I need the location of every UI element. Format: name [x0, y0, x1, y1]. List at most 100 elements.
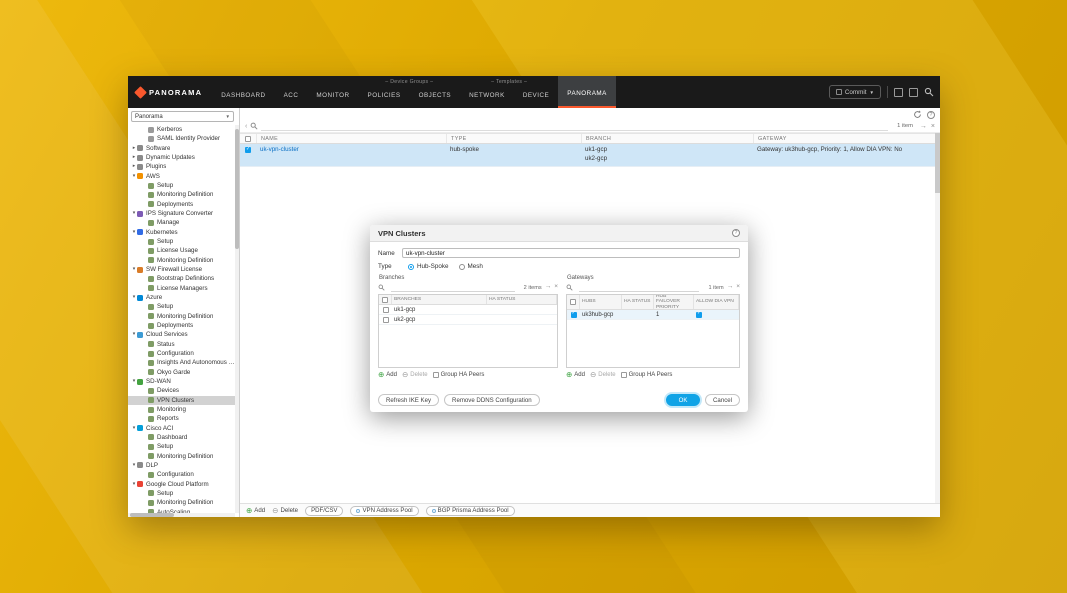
- branches-delete-button[interactable]: ⊖ Delete: [402, 371, 428, 379]
- sidebar-item-kubernetes[interactable]: ▾Kubernetes: [128, 228, 235, 237]
- pdf-csv-button[interactable]: PDF/CSV: [305, 506, 343, 516]
- branches-group-ha-peers[interactable]: Group HA Peers: [433, 372, 485, 378]
- gateway-row-uk3hub-gcp[interactable]: uk3hub-gcp1: [567, 310, 739, 320]
- save-config-icon[interactable]: [909, 88, 918, 97]
- gateways-group-ha-peers[interactable]: Group HA Peers: [621, 372, 673, 378]
- vpn-address-pool-button[interactable]: VPN Address Pool: [350, 506, 418, 516]
- sidebar-item-cloud-services[interactable]: ▾Cloud Services: [128, 330, 235, 339]
- content-scrollbar[interactable]: [935, 133, 940, 503]
- nav-item-monitor[interactable]: MONITOR: [307, 76, 358, 108]
- sidebar-item-deployments[interactable]: Deployments: [128, 200, 235, 209]
- branch-checkbox[interactable]: [383, 317, 389, 323]
- sidebar-item-monitoring-definition[interactable]: Monitoring Definition: [128, 312, 235, 321]
- sidebar-item-saml-identity-provider[interactable]: SAML Identity Provider: [128, 134, 235, 143]
- scrollbar-thumb[interactable]: [935, 133, 940, 193]
- sidebar-item-reports[interactable]: Reports: [128, 414, 235, 423]
- select-all-checkbox[interactable]: [245, 136, 251, 142]
- delete-button[interactable]: ⊖ Delete: [272, 507, 298, 515]
- sidebar-item-license-usage[interactable]: License Usage: [128, 246, 235, 255]
- column-header-ha-status[interactable]: HA STATUS: [487, 295, 557, 304]
- sidebar-item-configuration[interactable]: Configuration: [128, 349, 235, 358]
- sidebar-item-google-cloud-platform[interactable]: ▾Google Cloud Platform: [128, 479, 235, 488]
- sidebar-item-bootstrap-definitions[interactable]: Bootstrap Definitions: [128, 274, 235, 283]
- apply-filter-arrow-icon[interactable]: →: [545, 284, 552, 291]
- scrollbar-thumb[interactable]: [235, 129, 239, 249]
- sidebar-item-azure[interactable]: ▾Azure: [128, 293, 235, 302]
- sidebar-item-monitoring-definition[interactable]: Monitoring Definition: [128, 190, 235, 199]
- sidebar-item-plugins[interactable]: ▸Plugins: [128, 162, 235, 171]
- sidebar-item-setup[interactable]: Setup: [128, 302, 235, 311]
- sidebar-item-monitoring[interactable]: Monitoring: [128, 405, 235, 414]
- sidebar-item-monitoring-definition[interactable]: Monitoring Definition: [128, 498, 235, 507]
- sidebar-item-kerberos[interactable]: Kerberos: [128, 125, 235, 134]
- radio-hub-spoke[interactable]: Hub-Spoke: [408, 263, 449, 270]
- sidebar-item-software[interactable]: ▸Software: [128, 144, 235, 153]
- clear-filter-icon[interactable]: ×: [736, 284, 740, 291]
- branches-filter-input[interactable]: [391, 284, 515, 292]
- cancel-button[interactable]: Cancel: [705, 394, 740, 406]
- nav-item-acc[interactable]: ACC: [275, 76, 308, 108]
- commit-button[interactable]: Commit ▼: [829, 85, 881, 99]
- clear-filter-icon[interactable]: ×: [554, 284, 558, 291]
- column-header-allow-dia-vpn[interactable]: ALLOW DIA VPN: [694, 295, 739, 309]
- refresh-ike-key-button[interactable]: Refresh IKE Key: [378, 394, 439, 406]
- gateways-add-button[interactable]: ⊕ Add: [566, 371, 585, 379]
- collapse-sidebar-icon[interactable]: ‹: [245, 123, 247, 130]
- add-button[interactable]: ⊕ Add: [246, 507, 265, 515]
- column-header-gateway[interactable]: GATEWAY: [753, 134, 935, 143]
- ok-button[interactable]: OK: [666, 394, 700, 406]
- sidebar-hscrollbar[interactable]: [128, 513, 235, 517]
- sidebar-item-cisco-aci[interactable]: ▾Cisco ACI: [128, 424, 235, 433]
- nav-item-dashboard[interactable]: DASHBOARD: [212, 76, 274, 108]
- sidebar-item-deployments[interactable]: Deployments: [128, 321, 235, 330]
- sidebar-item-ips-signature-converter[interactable]: ▾IPS Signature Converter: [128, 209, 235, 218]
- context-selector[interactable]: Panorama ▼: [131, 111, 234, 122]
- sidebar-item-devices[interactable]: Devices: [128, 386, 235, 395]
- nav-item-panorama[interactable]: PANORAMA: [558, 76, 616, 108]
- apply-filter-arrow-icon[interactable]: →: [920, 123, 927, 130]
- sidebar-item-manage[interactable]: Manage: [128, 218, 235, 227]
- filter-input[interactable]: [261, 122, 888, 131]
- help-icon[interactable]: ?: [927, 111, 935, 119]
- sidebar-item-setup[interactable]: Setup: [128, 489, 235, 498]
- apply-filter-arrow-icon[interactable]: →: [727, 284, 734, 291]
- branch-row-uk1-gcp[interactable]: uk1-gcp: [379, 305, 557, 315]
- radio-mesh[interactable]: Mesh: [459, 263, 483, 270]
- branch-row-uk2-gcp[interactable]: uk2-gcp: [379, 315, 557, 325]
- column-header-type[interactable]: TYPE: [446, 134, 581, 143]
- sidebar-item-sw-firewall-license[interactable]: ▾SW Firewall License: [128, 265, 235, 274]
- row-checkbox[interactable]: [245, 147, 251, 153]
- sidebar-item-dynamic-updates[interactable]: ▸Dynamic Updates: [128, 153, 235, 162]
- scrollbar-thumb[interactable]: [130, 513, 174, 517]
- sidebar-item-monitoring-definition[interactable]: Monitoring Definition: [128, 256, 235, 265]
- allow-dia-vpn-checkbox[interactable]: [696, 312, 702, 318]
- sidebar-item-setup[interactable]: Setup: [128, 442, 235, 451]
- sidebar-item-vpn-clusters[interactable]: VPN Clusters: [128, 396, 235, 405]
- cluster-name-link[interactable]: uk-vpn-cluster: [256, 146, 446, 155]
- select-all-checkbox[interactable]: [382, 297, 388, 303]
- sidebar-item-aws[interactable]: ▾AWS: [128, 172, 235, 181]
- sidebar-item-setup[interactable]: Setup: [128, 181, 235, 190]
- sidebar-item-configuration[interactable]: Configuration: [128, 470, 235, 479]
- branch-checkbox[interactable]: [383, 307, 389, 313]
- sidebar-scrollbar[interactable]: [235, 125, 239, 513]
- column-header-branches[interactable]: BRANCHES: [392, 295, 487, 304]
- column-header-branch[interactable]: BRANCH: [581, 134, 753, 143]
- column-header-name[interactable]: NAME: [256, 134, 446, 143]
- sidebar-item-okyo-garde[interactable]: Okyo Garde: [128, 368, 235, 377]
- gateways-filter-input[interactable]: [579, 284, 699, 292]
- remove-ddns-configuration-button[interactable]: Remove DDNS Configuration: [444, 394, 540, 406]
- sidebar-item-insights-and-autonomous-dem[interactable]: Insights And Autonomous DEM: [128, 358, 235, 367]
- clear-filter-icon[interactable]: ×: [931, 123, 935, 130]
- bgp-prisma-address-pool-button[interactable]: BGP Prisma Address Pool: [426, 506, 515, 516]
- column-header-hub-failover-priority[interactable]: HUB FAILOVER PRIORITY: [654, 295, 694, 309]
- column-header-ha-status[interactable]: HA STATUS: [622, 295, 654, 309]
- sidebar-item-status[interactable]: Status: [128, 340, 235, 349]
- gateways-delete-button[interactable]: ⊖ Delete: [590, 371, 616, 379]
- sidebar-item-dashboard[interactable]: Dashboard: [128, 433, 235, 442]
- sidebar-item-dlp[interactable]: ▾DLP: [128, 461, 235, 470]
- table-row[interactable]: uk-vpn-clusterhub-spokeuk1-gcpuk2-gcpGat…: [240, 144, 935, 167]
- search-icon[interactable]: [924, 87, 934, 97]
- refresh-icon[interactable]: [913, 110, 922, 119]
- name-input[interactable]: [402, 248, 740, 258]
